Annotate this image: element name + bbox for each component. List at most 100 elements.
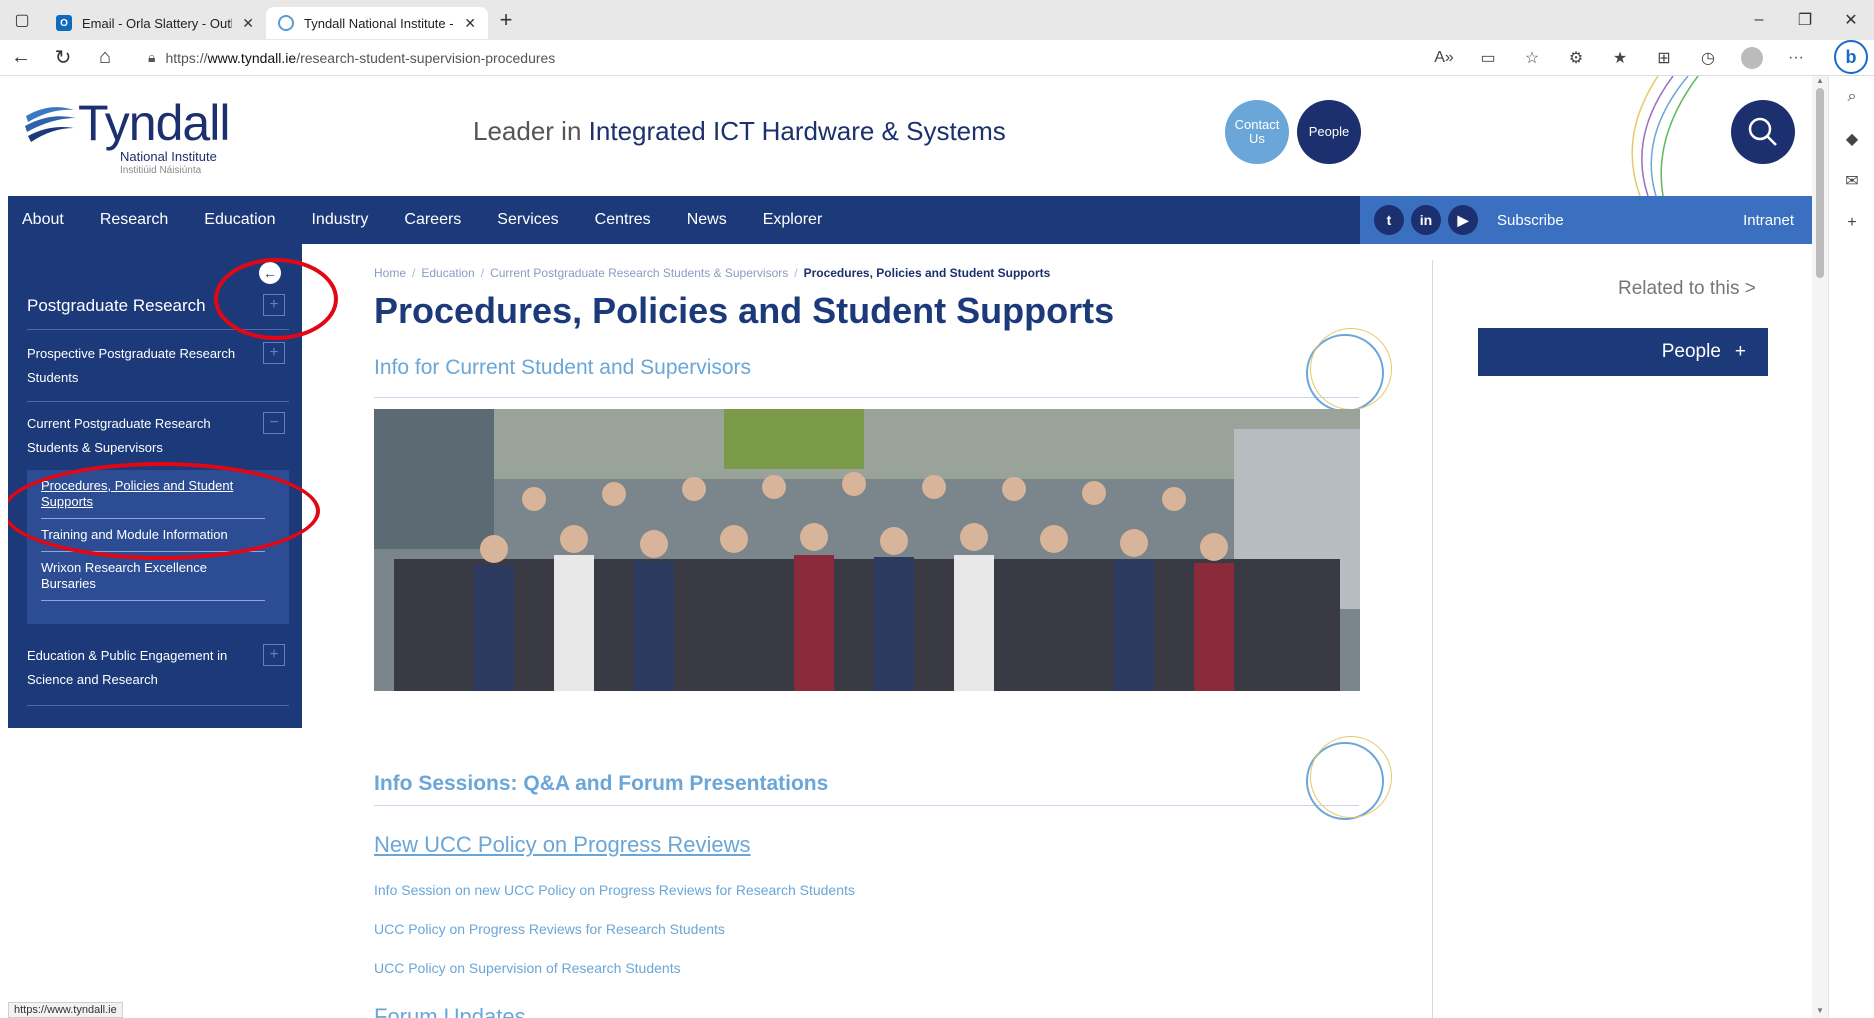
related-people-label: People [1661,341,1721,362]
breadcrumb: Home / Education / Current Postgraduate Re… [374,266,1051,280]
breadcrumb-home[interactable]: Home [374,266,406,280]
logo-subtitle: National Institute [120,149,217,164]
logo-text: Tyndall National Institute Institiúid Ná… [78,95,230,177]
web-page: Tyndall National Institute Institiúid Ná… [8,76,1812,1018]
people-button[interactable]: People [1297,100,1361,164]
favorites-icon[interactable]: ★ [1598,40,1642,76]
scroll-thumb[interactable] [1816,88,1824,278]
plus-icon: + [1734,341,1746,362]
back-icon[interactable]: ← [0,40,42,76]
doc-link-info-session[interactable]: Info Session on new UCC Policy on Progre… [374,882,855,898]
linkedin-icon[interactable]: in [1411,205,1441,235]
group-photo [374,409,1360,691]
extensions-icon[interactable]: ⚙ [1554,40,1598,76]
minimize-icon[interactable]: – [1736,0,1782,40]
outlook-sidebar-icon[interactable]: ✉ [1829,160,1874,202]
bing-chat-icon[interactable]: b [1834,40,1868,74]
lock-icon: 🔒︎ [148,49,156,65]
column-divider [1432,260,1433,1018]
close-tab-icon[interactable]: ✕ [242,15,254,32]
nav-industry[interactable]: Industry [297,211,390,229]
nav-explorer[interactable]: Explorer [749,211,845,229]
tab-tyndall[interactable]: Tyndall National Institute - Proce ✕ [266,7,488,39]
close-tab-icon[interactable]: ✕ [464,15,476,32]
sidebar-item-label: Prospective Postgraduate Research Studen… [27,346,236,385]
collections-icon[interactable]: ⊞ [1642,40,1686,76]
subscribe-link[interactable]: Subscribe [1497,212,1564,229]
new-tab-icon[interactable]: + [488,0,524,40]
nav-about[interactable]: About [8,211,86,229]
nav-education[interactable]: Education [190,211,297,229]
nav-news[interactable]: News [673,211,749,229]
nav-research[interactable]: Research [86,211,190,229]
history-icon[interactable]: ◷ [1686,40,1730,76]
related-people-button[interactable]: People + [1478,328,1768,376]
url-text: https://www.tyndall.ie/research-student-… [165,49,556,66]
url-input[interactable]: 🔒︎ https://www.tyndall.ie/research-stude… [134,44,1394,72]
site-header: Tyndall National Institute Institiúid Ná… [8,76,1812,196]
read-aloud-icon[interactable]: A» [1422,40,1466,76]
expand-icon[interactable]: + [263,644,285,666]
twitter-icon[interactable]: t [1374,205,1404,235]
doc-link-progress-reviews[interactable]: UCC Policy on Progress Reviews for Resea… [374,921,725,937]
main-nav-menu: About Research Education Industry Career… [8,196,1360,244]
scroll-down-icon[interactable]: ▼ [1812,1006,1828,1018]
decorative-ring [1310,328,1392,410]
sidebar-item-current[interactable]: Current Postgraduate Research Students &… [27,404,289,470]
more-options-icon[interactable]: ··· [1774,40,1818,76]
section-heading-info: Info for Current Student and Supervisors [374,356,1359,398]
profile-avatar[interactable] [1741,47,1763,69]
doc-link-supervision[interactable]: UCC Policy on Supervision of Research St… [374,960,681,976]
related-heading[interactable]: Related to this > [1618,278,1756,300]
collapse-icon[interactable]: − [263,412,285,434]
section-heading-info-sessions: Info Sessions: Q&A and Forum Presentatio… [374,772,1359,806]
tab-title: Tyndall National Institute - Proce [304,15,454,31]
new-policy-link[interactable]: New UCC Policy on Progress Reviews [374,832,751,858]
restore-icon[interactable]: ❐ [1782,0,1828,40]
outlook-icon: O [56,15,72,31]
window-controls: – ❐ ✕ [1736,0,1874,40]
tab-outlook[interactable]: O Email - Orla Slattery - Outlook ✕ [44,7,266,39]
office-icon[interactable]: ◆ [1829,118,1874,160]
home-icon[interactable]: ⌂ [84,40,126,76]
add-favorite-icon[interactable]: ☆ [1510,40,1554,76]
breadcrumb-current-page: Procedures, Policies and Student Support… [803,266,1051,280]
annotation-oval-current-students [8,462,320,560]
youtube-icon[interactable]: ▶ [1448,205,1478,235]
add-sidebar-icon[interactable]: + [1829,202,1874,244]
page-scrollbar[interactable]: ▲ ▼ [1812,76,1828,1018]
site-tagline: Leader in Integrated ICT Hardware & Syst… [473,116,1006,146]
decorative-lines [1631,76,1699,196]
search-icon[interactable]: ⌕ [1829,76,1874,118]
nav-services[interactable]: Services [483,211,580,229]
page-title: Procedures, Policies and Student Support… [374,290,1115,331]
expand-icon[interactable]: + [263,342,285,364]
immersive-reader-icon[interactable]: ▭ [1466,40,1510,76]
scroll-up-icon[interactable]: ▲ [1812,76,1828,88]
breadcrumb-education[interactable]: Education [421,266,474,280]
browser-toolbar: A» ▭ ☆ ⚙ ★ ⊞ ◷ ··· [1422,40,1818,76]
tab-actions-icon[interactable]: ▢ [0,0,44,40]
nav-centres[interactable]: Centres [581,211,673,229]
tyndall-swoosh-icon [25,107,76,142]
site-search-button[interactable] [1731,100,1795,164]
address-bar: ← ↻ ⌂ 🔒︎ https://www.tyndall.ie/research… [0,40,1874,76]
sidebar-item-label: Education & Public Engagement in Science… [27,648,228,687]
status-bar-url: https://www.tyndall.ie [8,1002,123,1018]
intranet-link[interactable]: Intranet [1743,212,1794,229]
refresh-icon[interactable]: ↻ [42,40,84,76]
decorative-ring [1310,736,1392,818]
contact-us-button[interactable]: Contact Us [1225,100,1289,164]
sidebar-item-education-engagement[interactable]: Education & Public Engagement in Science… [27,636,289,706]
tyndall-logo[interactable]: Tyndall National Institute Institiúid Ná… [22,95,230,177]
logo-word: Tyndall [78,95,230,151]
tab-title: Email - Orla Slattery - Outlook [82,15,232,31]
sidebar-title-text: Postgraduate Research [27,296,206,315]
browser-tab-bar: ▢ O Email - Orla Slattery - Outlook ✕ Ty… [0,0,1874,40]
social-bar: t in ▶ Subscribe Intranet [1360,196,1812,244]
nav-careers[interactable]: Careers [390,211,483,229]
close-window-icon[interactable]: ✕ [1828,0,1874,40]
tyndall-favicon-icon [278,15,294,31]
breadcrumb-current-students[interactable]: Current Postgraduate Research Students &… [490,266,788,280]
sidebar-item-prospective[interactable]: Prospective Postgraduate Research Studen… [27,334,289,402]
